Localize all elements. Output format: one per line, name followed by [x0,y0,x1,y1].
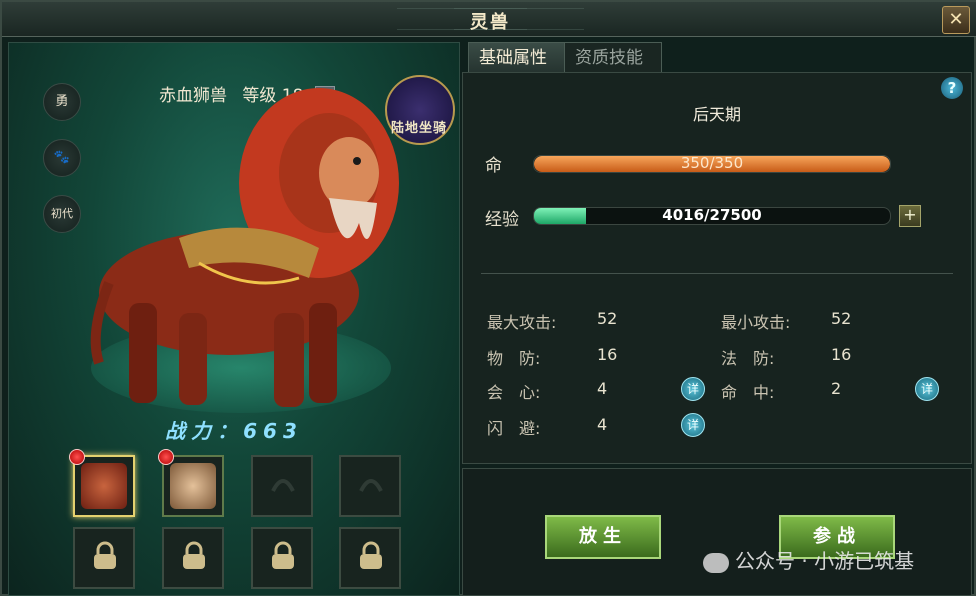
tab-aptitude-skills[interactable]: 资质技能 [564,42,662,73]
hp-label: 命 [485,156,502,176]
combat-power: 战力：663 [165,419,303,443]
dodge-detail-button[interactable]: 详 [681,413,705,437]
stat-min-attack-value: 52 [831,309,852,328]
stat-max-attack-label: 最大攻击: [487,313,557,332]
stat-phys-def-label: 物 防: [487,349,541,368]
lion-portrait [81,463,127,509]
dragon-emblem-icon [359,479,383,492]
lock-icon [94,541,116,569]
section-divider [481,273,953,274]
pet-slot-6[interactable] [162,527,224,589]
stat-crit-label: 会 心: [487,383,541,402]
stat-dodge-label: 闪 避: [487,419,541,438]
pet-slot-3[interactable] [251,455,313,517]
pet-slot-5[interactable] [73,527,135,589]
hit-detail-button[interactable]: 详 [915,377,939,401]
notification-dot [158,449,174,465]
tab-basic-attributes[interactable]: 基础属性 [468,42,566,73]
add-exp-button[interactable]: + [899,205,921,227]
help-icon[interactable]: ? [941,77,963,99]
cultivation-stage: 后天期 [692,105,741,124]
watermark: 公众号 · 小游已筑基 [703,545,914,574]
stat-magic-def-value: 16 [831,345,852,364]
hp-value: 350/350 [680,155,744,172]
pet-window: 灵兽 ✕ 勇 🐾 初代 赤血狮兽 等级 18 ▼ 陆地坐骑 [0,0,976,596]
stat-magic-def-label: 法 防: [721,349,775,368]
pet-display-panel: 勇 🐾 初代 赤血狮兽 等级 18 ▼ 陆地坐骑 [8,42,460,596]
release-button[interactable]: 放生 [545,515,661,559]
action-panel: 放生 参战 公众号 · 小游已筑基 [462,468,972,596]
dragon-emblem-icon [271,479,295,492]
stat-max-attack-value: 52 [597,309,618,328]
stat-dodge-value: 4 [597,415,608,434]
pet-slot-7[interactable] [251,527,313,589]
lock-icon [183,541,205,569]
wechat-icon [703,552,729,573]
attributes-panel: ? 后天期 命 350/350 经验 4016/27500 + 最大攻击: 52… [462,72,972,464]
exp-value: 4016/27500 [662,207,762,224]
lock-icon [360,541,382,569]
hp-bar: 350/350 [533,155,891,173]
pet-slot-1[interactable] [69,449,135,517]
pet-slot-4[interactable] [339,455,401,517]
monkey-portrait [170,463,216,509]
exp-label: 经验 [485,210,519,230]
window-title: 灵兽 [470,12,510,33]
notification-dot [69,449,85,465]
watermark-text: 公众号 · 小游已筑基 [735,549,915,573]
lock-icon [272,541,294,569]
stat-crit-value: 4 [597,379,608,398]
close-button[interactable]: ✕ [942,6,970,34]
pet-slot-8[interactable] [339,527,401,589]
lion-pet-model [90,88,399,407]
stat-hit-value: 2 [831,379,842,398]
stat-phys-def-value: 16 [597,345,618,364]
pet-slot-2[interactable] [158,449,224,517]
stat-min-attack-label: 最小攻击: [721,313,791,332]
title-bar: 灵兽 ✕ [2,2,976,37]
crit-detail-button[interactable]: 详 [681,377,705,401]
exp-bar: 4016/27500 [533,207,891,225]
stat-hit-label: 命 中: [721,383,775,402]
